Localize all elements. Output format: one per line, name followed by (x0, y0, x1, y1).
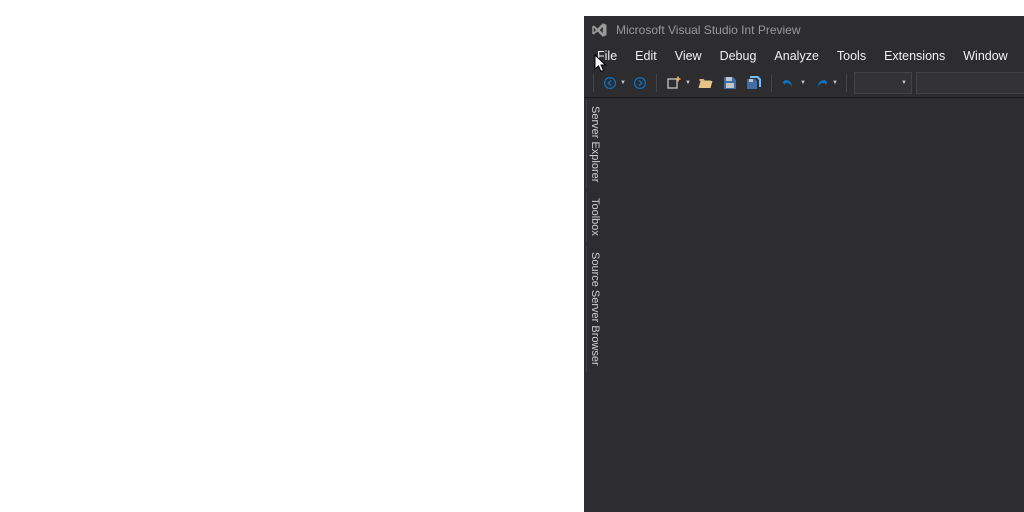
chevron-down-icon: ▼ (901, 80, 907, 86)
titlebar: Microsoft Visual Studio Int Preview (584, 16, 1024, 44)
undo-icon (779, 72, 799, 94)
chevron-down-icon: ▼ (799, 80, 807, 86)
chevron-down-icon: ▼ (684, 80, 692, 86)
left-tool-tabs: Server Explorer Toolbox Source Server Br… (584, 98, 605, 512)
toolbar: ▼ ▼ (584, 68, 1024, 98)
client-area: Server Explorer Toolbox Source Server Br… (584, 98, 1024, 512)
vs-logo-icon (590, 21, 608, 39)
toolbar-separator (656, 74, 657, 92)
window-title: Microsoft Visual Studio Int Preview (616, 23, 801, 37)
menu-view[interactable]: View (666, 46, 711, 66)
editor-workspace (605, 98, 1024, 512)
redo-button[interactable]: ▼ (811, 72, 839, 94)
tab-source-server-browser[interactable]: Source Server Browser (586, 246, 603, 372)
tab-server-explorer[interactable]: Server Explorer (586, 100, 603, 188)
tab-toolbox[interactable]: Toolbox (586, 192, 603, 242)
new-project-icon (664, 72, 684, 94)
save-all-button[interactable] (744, 72, 764, 94)
toolbar-separator (771, 74, 772, 92)
solution-platform-combo[interactable] (916, 72, 1024, 94)
menu-analyze[interactable]: Analyze (765, 46, 827, 66)
menu-extensions[interactable]: Extensions (875, 46, 954, 66)
menu-help[interactable]: H (1017, 46, 1024, 66)
chevron-down-icon: ▼ (619, 80, 627, 86)
open-folder-button[interactable] (696, 72, 716, 94)
redo-icon (811, 72, 831, 94)
vs-window: Microsoft Visual Studio Int Preview File… (584, 16, 1024, 512)
solution-config-combo[interactable]: ▼ (854, 72, 912, 94)
chevron-down-icon: ▼ (831, 80, 839, 86)
nav-back-icon (601, 72, 619, 94)
menu-edit[interactable]: Edit (626, 46, 666, 66)
save-button[interactable] (720, 72, 740, 94)
menubar: File Edit View Debug Analyze Tools Exten… (584, 44, 1024, 68)
toolbar-separator (846, 74, 847, 92)
new-project-button[interactable]: ▼ (664, 72, 692, 94)
menu-file[interactable]: File (588, 46, 626, 66)
undo-button[interactable]: ▼ (779, 72, 807, 94)
toolbar-separator (593, 74, 594, 92)
nav-forward-button[interactable] (631, 72, 649, 94)
nav-back-group[interactable]: ▼ (601, 72, 627, 94)
menu-window[interactable]: Window (954, 46, 1016, 66)
menu-debug[interactable]: Debug (711, 46, 766, 66)
menu-tools[interactable]: Tools (828, 46, 875, 66)
